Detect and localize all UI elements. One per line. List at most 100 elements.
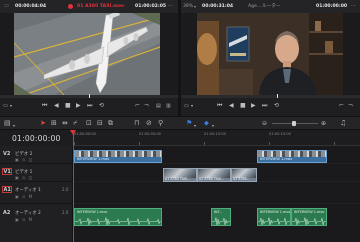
play-icon[interactable]: ▶ — [251, 101, 256, 111]
zoom-level[interactable]: 39% — [183, 0, 193, 13]
timeline-timecode-area: 01:00:00:00 — [0, 130, 73, 146]
timeline-viewer-image[interactable] — [197, 13, 343, 95]
stop-icon[interactable]: ■ — [240, 101, 246, 111]
view-options-icon[interactable]: ▭ — [3, 101, 8, 111]
clip-label: 01 A380 TAXI... — [165, 176, 191, 181]
marker-icon[interactable]: ⬥ — [204, 119, 209, 128]
ruler-label: 01:00:05:00 — [139, 132, 161, 136]
video-clip[interactable]: INTERVIEW 1.mov — [74, 150, 162, 163]
track-id: A2 — [3, 210, 11, 216]
track-header-a1[interactable]: A1 オーディオ 1 2.0 ▣ ⊙ M — [0, 182, 73, 204]
channel-count: 2.0 — [62, 210, 69, 215]
audio-clip[interactable]: INTERVIEW 1.mov — [74, 208, 162, 226]
flag-dropdown-icon[interactable]: ▾ — [194, 121, 196, 130]
zoom-in-icon[interactable]: ⊕ — [321, 119, 326, 128]
source-transport-controls: ▭ ▾ ⏮ ◀ ■ ▶ ⏭ ⟲ ⌐ ¬ ▤ ▥ — [0, 98, 178, 116]
zoom-dropdown-icon[interactable]: ▾ — [194, 0, 196, 13]
trim-tool-icon[interactable]: ⊞ — [51, 119, 57, 128]
ruler-tick — [269, 142, 270, 145]
snapping-icon[interactable]: ⊓ — [134, 119, 139, 128]
position-lock-icon[interactable]: ⚲ — [158, 119, 163, 128]
playhead-line[interactable] — [73, 130, 74, 242]
viewer-timecode-b: 01:00:00:00 — [316, 4, 348, 9]
ruler-label: 01:00:00:00 — [74, 132, 96, 136]
go-to-start-icon[interactable]: ⏮ — [42, 101, 47, 111]
play-reverse-icon[interactable]: ◀ — [229, 101, 234, 111]
selection-tool-icon[interactable]: ➤ — [40, 119, 46, 128]
track-header-v2[interactable]: V2 ビデオ 2 ▣ ⊙ ◫ — [0, 146, 73, 164]
mark-in-icon[interactable]: ⌐ — [135, 101, 140, 111]
view-options-dropdown-icon[interactable]: ▾ — [191, 101, 193, 111]
flag-icon[interactable]: ⚑ — [186, 119, 192, 128]
overwrite-icon[interactable]: ⊟ — [97, 119, 103, 128]
timeline-timecode[interactable]: 01:00:00:00 — [12, 134, 61, 143]
marker-dropdown-icon[interactable]: ▾ — [212, 121, 214, 130]
track-controls[interactable]: ▣ ⊙ ◫ — [15, 157, 33, 162]
timeline-view-options-icon[interactable]: ▤ — [4, 119, 11, 128]
lane-a1[interactable] — [73, 182, 360, 204]
track-id: V1 — [3, 169, 11, 175]
replace-icon[interactable]: ⧉ — [108, 119, 113, 128]
zoom-slider-handle[interactable] — [292, 121, 296, 126]
more-options-icon[interactable]: ⋯ — [351, 0, 356, 13]
source-timecode: 00:00:04:04 — [15, 4, 47, 9]
clip-label: 02 A380 TAXI... — [199, 176, 225, 181]
go-to-end-icon[interactable]: ⏭ — [87, 101, 92, 111]
track-header-v1[interactable]: V1 ビデオ 1 ▣ ⊙ ◫ — [0, 164, 73, 182]
lane-v1[interactable]: 01 A380 TAXI... 02 A380 TAXI... 03 A380.… — [73, 164, 360, 182]
clip-label: INTERVIEW 1.mov — [294, 209, 325, 214]
mark-out-icon[interactable]: ¬ — [144, 101, 149, 111]
dynamic-trim-icon[interactable]: ⇹ — [62, 119, 68, 128]
track-controls[interactable]: ▣ ⊙ ◫ — [15, 175, 33, 180]
source-clip-name[interactable]: 01 A380 TAXI.mov — [77, 0, 124, 13]
track-id: V2 — [3, 151, 11, 157]
video-clip[interactable]: 03 A380... — [231, 168, 257, 182]
overwrite-clip-icon[interactable]: ▥ — [166, 101, 171, 111]
audio-level-icon[interactable]: ♫ — [340, 119, 346, 128]
lane-a2[interactable]: INTERVIEW 1.mov INT... INTERVIEW 1.mov I… — [73, 204, 360, 242]
loop-icon[interactable]: ⟲ — [99, 101, 104, 111]
airplane-on-taxiway-image — [14, 13, 160, 95]
blade-tool-icon[interactable]: ⌿ — [73, 119, 77, 128]
lane-v2[interactable]: INTERVIEW 1.mov INTERVIEW 1.mov — [73, 146, 360, 164]
audio-clip[interactable]: INTERVIEW 1.mov — [291, 208, 327, 226]
track-name[interactable]: オーディオ 2 — [15, 210, 41, 216]
mark-in-icon[interactable]: ⌐ — [339, 101, 344, 111]
timeline-view-dropdown-icon[interactable]: ▾ — [13, 121, 15, 130]
source-viewer-image[interactable] — [14, 13, 160, 95]
timeline-tracks: INTERVIEW 1.mov INTERVIEW 1.mov 01 A380 … — [73, 146, 360, 242]
view-options-icon[interactable]: ▭ — [184, 101, 189, 111]
channel-count: 2.0 — [62, 187, 69, 192]
loop-icon[interactable]: ⟲ — [274, 101, 279, 111]
go-to-end-icon[interactable]: ⏭ — [262, 101, 267, 111]
video-clip[interactable]: 01 A380 TAXI... — [163, 168, 197, 182]
track-controls[interactable]: ▣ ⊙ M — [15, 217, 33, 222]
source-viewer-header: ▭ 00:00:04:04 01 A380 TAXI.mov 01:00:02:… — [0, 0, 178, 13]
go-to-start-icon[interactable]: ⏮ — [217, 101, 222, 111]
play-icon[interactable]: ▶ — [76, 101, 81, 111]
play-reverse-icon[interactable]: ◀ — [54, 101, 59, 111]
stop-icon[interactable]: ■ — [65, 101, 71, 111]
insert-clip-icon[interactable]: ▤ — [156, 101, 161, 111]
record-timecode: 01:00:02:05 — [135, 4, 167, 9]
video-clip[interactable]: 02 A380 TAXI... — [197, 168, 231, 182]
track-controls[interactable]: ▣ ⊙ M — [15, 194, 33, 199]
track-name[interactable]: オーディオ 1 — [15, 187, 41, 193]
audio-clip[interactable]: INT... — [211, 208, 231, 226]
linked-selection-icon[interactable]: ⊘ — [146, 119, 152, 128]
ruler-label: 01:00:10:00 — [204, 132, 226, 136]
audio-clip[interactable]: INTERVIEW 1.mov — [257, 208, 291, 226]
mark-out-icon[interactable]: ¬ — [348, 101, 353, 111]
edit-toolbar: ▤ ▾ ➤ ⊞ ⇹ ⌿ ⊡ ⊟ ⧉ ⊓ ⊘ ⚲ ⚑ ▾ ⬥ ▾ ⊖ ⊕ ♫ — [0, 116, 360, 130]
audio-waveform — [292, 217, 326, 225]
track-headers: V2 ビデオ 2 ▣ ⊙ ◫ V1 ビデオ 1 ▣ ⊙ ◫ A1 オーディオ 1… — [0, 146, 73, 242]
timeline-ruler[interactable]: 01:00:00:00 01:00:05:00 01:00:10:00 01:0… — [73, 130, 360, 146]
zoom-out-icon[interactable]: ⊖ — [262, 119, 267, 128]
more-options-icon[interactable]: ⋯ — [168, 0, 173, 13]
view-options-dropdown-icon[interactable]: ▾ — [10, 101, 12, 111]
viewer-timecode-a: 00:00:31:04 — [202, 4, 234, 9]
insert-icon[interactable]: ⊡ — [86, 119, 92, 128]
viewer-layout-icon[interactable]: ▭ — [4, 0, 9, 13]
track-header-a2[interactable]: A2 オーディオ 2 2.0 ▣ ⊙ M — [0, 204, 73, 242]
video-clip[interactable]: INTERVIEW 1.mov — [257, 150, 327, 163]
